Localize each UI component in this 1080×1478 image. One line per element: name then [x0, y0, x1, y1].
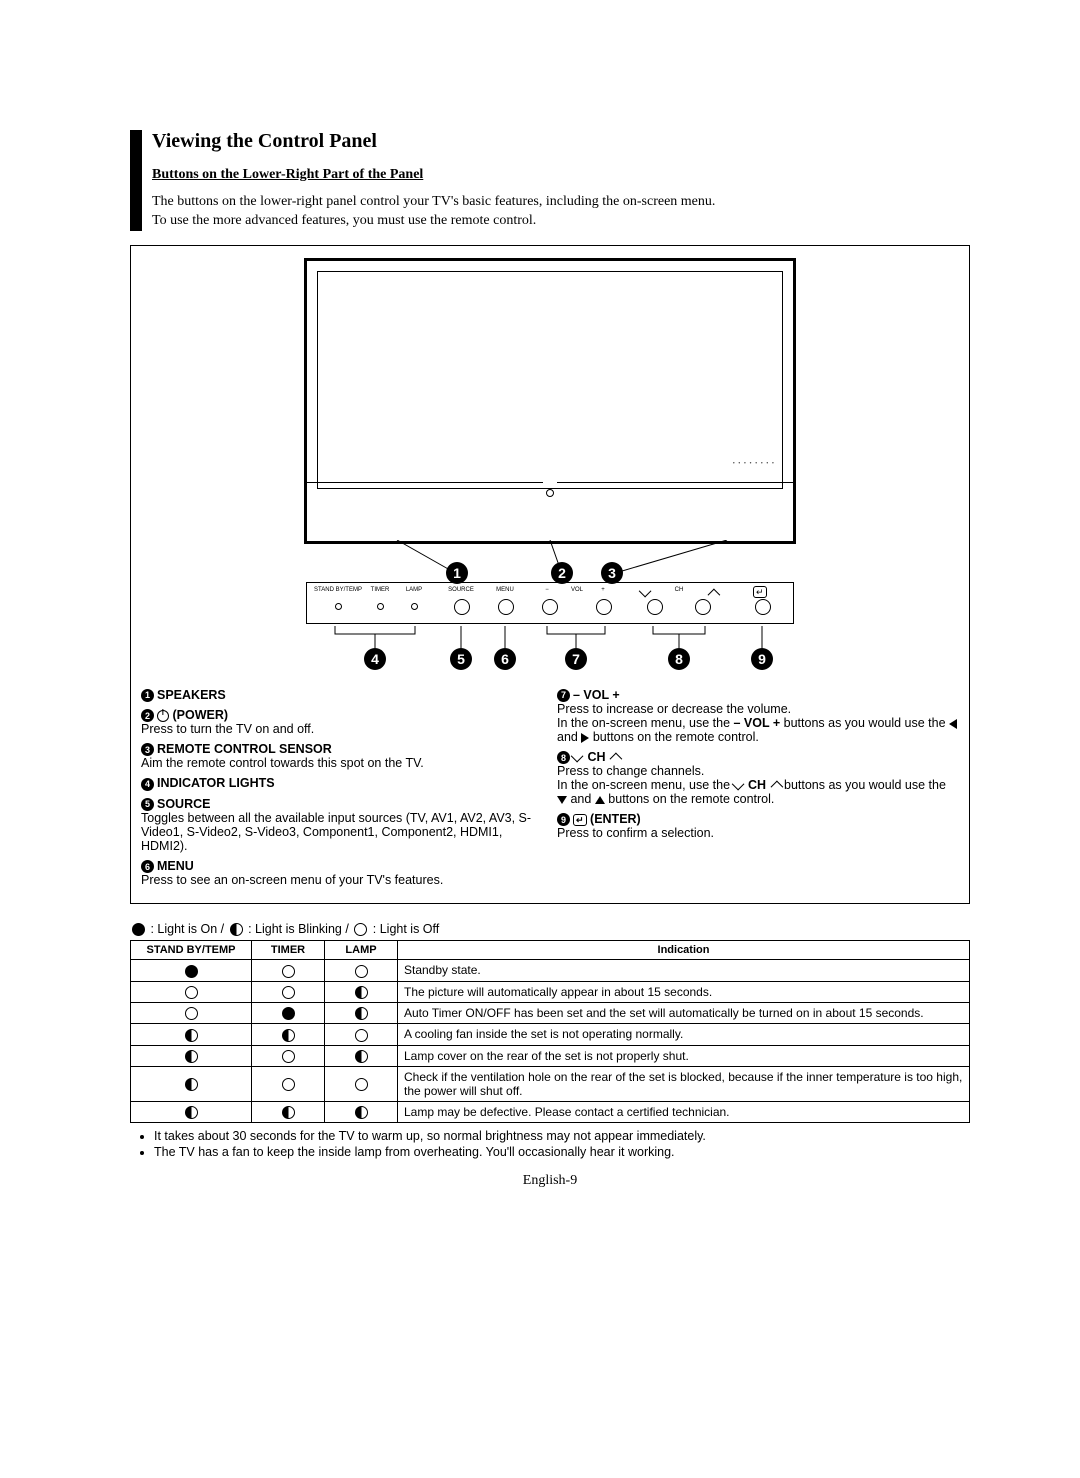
section-subtitle: Buttons on the Lower-Right Part of the P… — [152, 167, 970, 183]
intro-text: The buttons on the lower-right panel con… — [152, 193, 970, 231]
enter-icon: ↵ — [753, 586, 767, 598]
intro-line-1: The buttons on the lower-right panel con… — [152, 194, 715, 209]
callout-7: 7 — [565, 648, 587, 670]
button-menu — [498, 599, 514, 615]
item-ch: 8 CH Press to change channels. In the on… — [557, 750, 959, 806]
page-title: Viewing the Control Panel — [152, 130, 970, 153]
table-row: Lamp cover on the rear of the set is not… — [131, 1045, 970, 1066]
tv-power-led — [546, 489, 554, 497]
symbol-off — [354, 923, 367, 936]
button-vol-down — [542, 599, 558, 615]
item-vol: 7– VOL + Press to increase or decrease t… — [557, 688, 959, 744]
button-ch-down — [647, 599, 663, 615]
chevron-down-icon — [639, 585, 652, 598]
label-menu: MENU — [485, 587, 525, 593]
table-row: A cooling fan inside the set is not oper… — [131, 1024, 970, 1045]
table-row: Standby state. — [131, 960, 970, 981]
callout-4: 4 — [364, 648, 386, 670]
item-speakers: 1SPEAKERS — [141, 688, 543, 702]
button-ch-up — [695, 599, 711, 615]
callout-9: 9 — [751, 648, 773, 670]
label-source: SOURCE — [441, 587, 481, 593]
tv-brand-text: • • • • • • • • — [733, 461, 775, 467]
label-standby: STAND BY/TEMP — [313, 587, 363, 593]
item-remote-sensor: 3REMOTE CONTROL SENSOR Aim the remote co… — [141, 742, 543, 770]
intro-line-2: To use the more advanced features, you m… — [152, 213, 536, 228]
triangle-left-icon — [949, 719, 957, 729]
label-vol: VOL — [565, 587, 589, 593]
notes-list: It takes about 30 seconds for the TV to … — [130, 1129, 970, 1159]
tv-diagram: • • • • • • • • 1 2 3 STAND BY/TEMP TIME… — [141, 258, 959, 678]
item-menu: 6MENU Press to see an on-screen menu of … — [141, 859, 543, 887]
th-standby: STAND BY/TEMP — [131, 941, 252, 960]
callout-2: 2 — [551, 562, 573, 584]
light-lamp — [411, 603, 418, 610]
descriptions-right: 7– VOL + Press to increase or decrease t… — [557, 688, 959, 893]
figure-box: • • • • • • • • 1 2 3 STAND BY/TEMP TIME… — [130, 245, 970, 904]
th-indication: Indication — [398, 941, 970, 960]
page-footer: English-9 — [130, 1173, 970, 1189]
item-indicator-lights: 4INDICATOR LIGHTS — [141, 776, 543, 790]
enter-icon: ↵ — [573, 814, 587, 826]
callout-1: 1 — [446, 562, 468, 584]
label-lamp: LAMP — [399, 587, 429, 593]
tv-screen — [317, 271, 783, 489]
table-row: Check if the ventilation hole on the rea… — [131, 1066, 970, 1101]
label-vol-minus: − — [541, 587, 553, 593]
manual-page: Viewing the Control Panel Buttons on the… — [0, 0, 1080, 1478]
item-source: 5SOURCE Toggles between all the availabl… — [141, 797, 543, 853]
heading-sidebar — [130, 130, 142, 231]
descriptions-left: 1SPEAKERS 2 (POWER) Press to turn the TV… — [141, 688, 543, 893]
note-1: It takes about 30 seconds for the TV to … — [154, 1129, 970, 1143]
table-row: Auto Timer ON/OFF has been set and the s… — [131, 1002, 970, 1023]
symbol-blink — [230, 923, 243, 936]
th-lamp: LAMP — [325, 941, 398, 960]
light-legend: : Light is On / : Light is Blinking / : … — [130, 922, 970, 936]
callout-5: 5 — [450, 648, 472, 670]
light-timer — [377, 603, 384, 610]
bottom-callouts: 4 5 6 7 8 9 — [307, 626, 793, 678]
triangle-down-icon — [557, 796, 567, 804]
chevron-down-icon — [571, 750, 584, 763]
descriptions: 1SPEAKERS 2 (POWER) Press to turn the TV… — [141, 688, 959, 893]
triangle-up-icon — [595, 796, 605, 804]
label-timer: TIMER — [365, 587, 395, 593]
callout-3: 3 — [601, 562, 623, 584]
chevron-up-icon — [708, 588, 721, 601]
callout-8: 8 — [668, 648, 690, 670]
button-vol-up — [596, 599, 612, 615]
control-panel-strip: STAND BY/TEMP TIMER LAMP SOURCE MENU − V… — [306, 582, 794, 624]
symbol-on — [132, 923, 145, 936]
note-2: The TV has a fan to keep the inside lamp… — [154, 1145, 970, 1159]
button-source — [454, 599, 470, 615]
label-ch: CH — [669, 587, 689, 593]
table-row: The picture will automatically appear in… — [131, 981, 970, 1002]
callout-6: 6 — [494, 648, 516, 670]
top-callouts: 1 2 3 — [307, 540, 793, 576]
label-vol-plus: + — [597, 587, 609, 593]
tv-frame: • • • • • • • • — [304, 258, 796, 544]
indication-table: STAND BY/TEMP TIMER LAMP Indication Stan… — [130, 940, 970, 1123]
item-power: 2 (POWER) Press to turn the TV on and of… — [141, 708, 543, 736]
light-standby — [335, 603, 342, 610]
th-timer: TIMER — [252, 941, 325, 960]
heading-block: Viewing the Control Panel Buttons on the… — [130, 130, 970, 231]
button-enter — [755, 599, 771, 615]
power-icon — [157, 710, 169, 722]
item-enter: 9↵ (ENTER) Press to confirm a selection. — [557, 812, 959, 840]
table-row: Lamp may be defective. Please contact a … — [131, 1101, 970, 1122]
